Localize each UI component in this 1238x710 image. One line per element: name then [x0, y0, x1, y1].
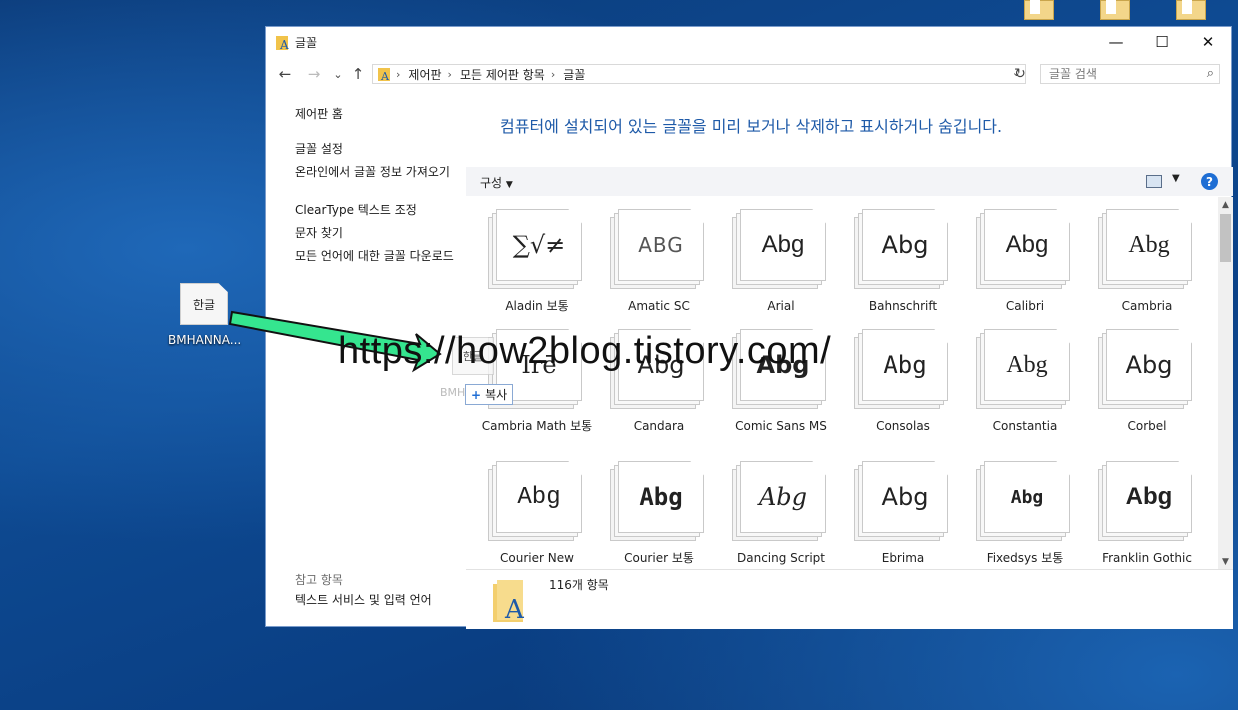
copy-tooltip: + 복사 — [465, 384, 514, 405]
watermark-url: https://how2blog.tistory.com/ — [338, 330, 832, 372]
copy-tooltip-label: 복사 — [485, 388, 508, 402]
plus-icon: + — [471, 388, 482, 402]
drag-ghost-name: BMH — [440, 386, 466, 399]
